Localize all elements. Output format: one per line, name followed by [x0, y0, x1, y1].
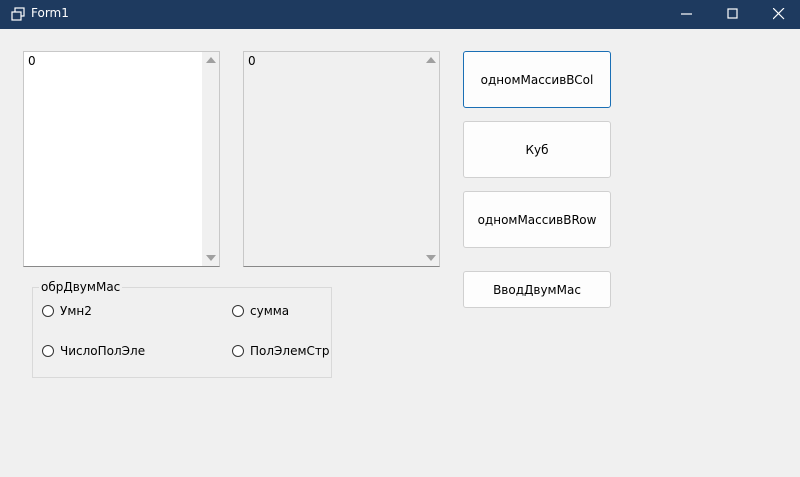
radio-umn2[interactable]: Умн2	[42, 304, 92, 318]
input-2d-array-button[interactable]: ВводДвумМас	[463, 271, 611, 308]
radio-label: ЧислоПолЭле	[60, 344, 146, 358]
row-array-button[interactable]: одномМассивBRow	[463, 191, 611, 248]
col-array-button[interactable]: одномМассивBCol	[463, 51, 611, 108]
radio-polelem[interactable]: ПолЭлемСтр	[232, 344, 330, 358]
left-scrollbar[interactable]	[202, 52, 219, 266]
app-icon	[11, 7, 25, 21]
scroll-down-icon[interactable]	[206, 255, 216, 261]
radio-circle-icon[interactable]	[42, 305, 54, 317]
left-listbox[interactable]: 0	[23, 51, 220, 267]
right-scrollbar[interactable]	[422, 52, 439, 266]
close-icon	[773, 8, 785, 20]
list-item[interactable]: 0	[28, 54, 36, 68]
radio-label: ПолЭлемСтр	[250, 344, 330, 358]
group-title: обрДвумМас	[39, 280, 123, 294]
close-button[interactable]	[756, 0, 800, 29]
radio-circle-icon[interactable]	[42, 345, 54, 357]
maximize-button[interactable]	[710, 0, 756, 29]
maximize-icon	[727, 8, 738, 19]
scroll-down-icon[interactable]	[426, 255, 436, 261]
minimize-button[interactable]	[664, 0, 710, 29]
scroll-up-icon[interactable]	[206, 57, 216, 63]
minimize-icon	[681, 13, 692, 15]
radio-label: Умн2	[60, 304, 92, 318]
radio-circle-icon[interactable]	[232, 345, 244, 357]
group-box	[32, 287, 332, 378]
radio-chislo[interactable]: ЧислоПолЭле	[42, 344, 145, 358]
scroll-up-icon[interactable]	[426, 57, 436, 63]
window-title: Form1	[31, 6, 69, 20]
radio-label: сумма	[250, 304, 290, 318]
cube-button[interactable]: Куб	[463, 121, 611, 178]
radio-circle-icon[interactable]	[232, 305, 244, 317]
right-listbox[interactable]: 0	[243, 51, 440, 267]
radio-summa[interactable]: сумма	[232, 304, 289, 318]
title-bar: Form1	[0, 0, 800, 29]
list-item[interactable]: 0	[248, 54, 256, 68]
